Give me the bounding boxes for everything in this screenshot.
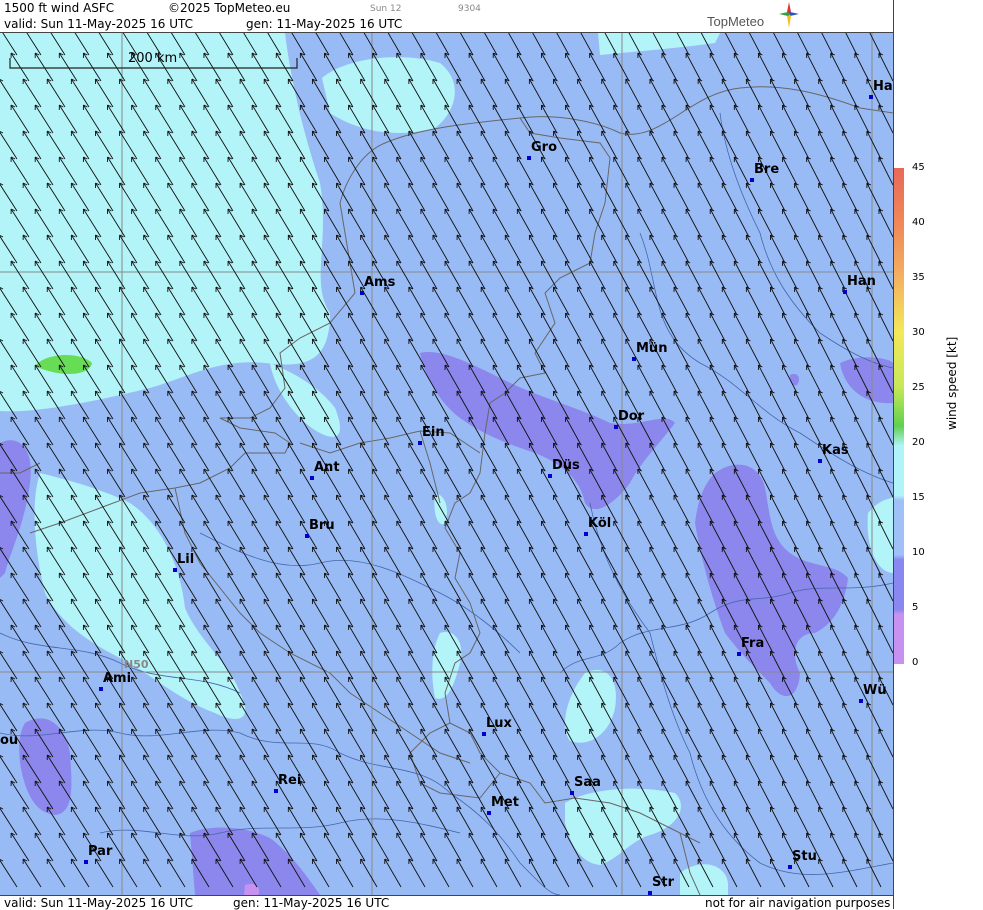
city-marker xyxy=(750,178,754,182)
city-label: Fra xyxy=(741,636,765,651)
city-label: Lil xyxy=(177,552,195,567)
legend-tick: 20 xyxy=(912,437,925,448)
city-marker xyxy=(487,811,491,815)
legend-title: wind speed [kt] xyxy=(945,336,959,430)
wind-map[interactable]: 200 km N50 Ha Gro Bre Ams Han Mün Ein Dor Kas Ant… xyxy=(0,33,893,895)
city-label: Stu xyxy=(792,849,817,864)
city-label: Ein xyxy=(422,425,445,440)
header-bar: 1500 ft wind ASFC ©2025 TopMeteo.eu Sun … xyxy=(0,0,893,33)
city-marker xyxy=(788,865,792,869)
logo-text: TopMeteo xyxy=(707,14,765,29)
city-label: Bru xyxy=(309,518,335,533)
city-label: Gro xyxy=(531,140,558,155)
city-label: Ant xyxy=(314,460,340,475)
city-label: Ami xyxy=(103,671,132,686)
city-label: Met xyxy=(491,795,519,810)
city-label: Lux xyxy=(486,716,512,731)
city-marker xyxy=(584,532,588,536)
city-marker xyxy=(859,699,863,703)
city-label: Str xyxy=(652,875,674,890)
footer-valid-time: valid: Sun 11-May-2025 16 UTC xyxy=(4,896,193,910)
header-extra-code: 9304 xyxy=(458,4,481,14)
city-marker xyxy=(869,95,873,99)
city-label: ou xyxy=(0,733,19,748)
city-marker xyxy=(482,732,486,736)
topmeteo-logo: TopMeteo xyxy=(701,0,801,32)
city-marker xyxy=(310,476,314,480)
legend-tick: 5 xyxy=(912,602,919,613)
city-label: Ams xyxy=(364,275,396,290)
city-marker xyxy=(84,860,88,864)
city-label: Saa xyxy=(574,775,601,790)
city-marker xyxy=(818,459,822,463)
legend-tick: 25 xyxy=(912,382,925,393)
city-label: Bre xyxy=(754,162,780,177)
city-marker xyxy=(570,791,574,795)
city-marker xyxy=(305,534,309,538)
city-marker xyxy=(360,291,364,295)
header-extra-day: Sun 12 xyxy=(370,4,402,14)
city-label: Mün xyxy=(636,341,668,356)
disclaimer: not for air navigation purposes xyxy=(705,896,891,910)
city-marker xyxy=(527,156,531,160)
city-label: Ha xyxy=(873,79,893,94)
generated-time: gen: 11-May-2025 16 UTC xyxy=(246,17,403,31)
color-legend xyxy=(894,168,904,664)
city-marker xyxy=(173,568,177,572)
grid-label-n50: N50 xyxy=(124,658,149,671)
city-marker xyxy=(418,441,422,445)
city-marker xyxy=(274,789,278,793)
valid-time: valid: Sun 11-May-2025 16 UTC xyxy=(4,17,193,31)
legend-tick: 0 xyxy=(912,657,919,668)
legend-tick: 40 xyxy=(912,217,925,228)
product-title: 1500 ft wind ASFC xyxy=(4,1,115,15)
city-marker xyxy=(843,290,847,294)
legend-tick: 45 xyxy=(912,162,925,173)
legend-panel xyxy=(893,0,983,909)
city-label: Kas xyxy=(822,443,849,458)
legend-tick: 35 xyxy=(912,272,925,283)
city-marker xyxy=(632,357,636,361)
legend-tick: 15 xyxy=(912,492,925,503)
footer-generated-time: gen: 11-May-2025 16 UTC xyxy=(233,896,390,910)
city-marker xyxy=(99,687,103,691)
city-marker xyxy=(614,425,618,429)
legend-tick: 30 xyxy=(912,327,925,338)
city-marker xyxy=(737,652,741,656)
footer-bar: valid: Sun 11-May-2025 16 UTC gen: 11-Ma… xyxy=(0,895,893,910)
copyright: ©2025 TopMeteo.eu xyxy=(168,1,291,15)
compass-icon xyxy=(779,2,799,28)
city-label: Par xyxy=(88,844,113,859)
city-label: Rei xyxy=(278,773,302,788)
city-marker xyxy=(548,474,552,478)
city-label: Düs xyxy=(552,458,580,473)
city-label: Wü xyxy=(863,683,887,698)
city-label: Han xyxy=(847,274,876,289)
city-label: Köl xyxy=(588,516,612,531)
scale-label: 200 km xyxy=(128,51,178,66)
legend-tick: 10 xyxy=(912,547,925,558)
city-label: Dor xyxy=(618,409,645,424)
